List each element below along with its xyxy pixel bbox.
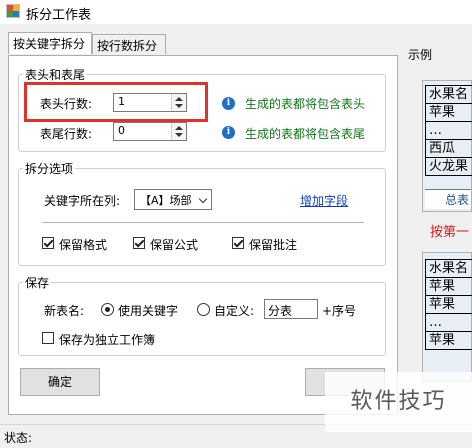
footer-rows-value: 0 [118,124,125,137]
info-icon: i [222,97,235,110]
status-label: 状态: [4,431,33,445]
save-as-workbook-label[interactable]: 保存为独立工作簿 [59,331,155,348]
split-options-legend: 拆分选项 [25,162,74,176]
footer-hint: 生成的表都将包含表尾 [245,127,366,141]
custom-radio[interactable] [197,303,210,316]
keep-format-checkbox[interactable] [42,237,54,249]
divider [42,222,364,223]
spin-down-icon[interactable] [175,133,183,137]
footer-rows-stepper[interactable]: 0 [113,122,187,141]
example-cell: 水果名 [425,259,472,278]
keep-formula-label[interactable]: 保留公式 [150,236,198,253]
use-keyword-label[interactable]: 使用关键字 [118,302,178,319]
example-panel: 水果名 苹果 … 西瓜 火龙果 总表 按第一 水果名 苹果 苹果 … 苹果 [410,56,472,426]
key-column-value: 【A】场部 [140,194,192,207]
suffix-label: +序号 [322,304,357,318]
example-cell: 苹果 [425,332,472,350]
key-column-select[interactable]: 【A】场部 [134,189,212,210]
example-cell: … [425,314,472,332]
example-cell: 苹果 [425,104,472,122]
custom-label[interactable]: 自定义: [214,302,254,319]
keep-format-label[interactable]: 保留格式 [59,236,107,253]
example-cell: 苹果 [425,278,472,296]
use-keyword-radio[interactable] [101,303,114,316]
add-field-link[interactable]: 增加字段 [300,192,348,209]
ok-button[interactable]: 确定 [20,368,100,396]
save-legend: 保存 [25,276,50,290]
example-cell: 苹果 [425,296,472,314]
tab-split-by-keyword[interactable]: 按关键字拆分 [8,32,92,54]
custom-name-input[interactable]: 分表 [264,299,318,319]
example-cell: 火龙果 [425,158,472,176]
app-icon [6,4,20,18]
window-title: 拆分工作表 [26,8,92,23]
example-cell: … [425,122,472,140]
example-cell: 水果名 [425,85,472,104]
spin-buttons[interactable] [171,123,186,140]
header-footer-legend: 表头和表尾 [25,68,86,82]
key-column-label: 关键字所在列: [44,194,121,208]
example-split-label: 按第一 [430,225,470,240]
keep-comment-label[interactable]: 保留批注 [249,236,297,253]
tab-split-by-rows[interactable]: 按行数拆分 [92,34,166,54]
footer-rows-label: 表尾行数: [40,127,93,141]
watermark: 软件技巧 [325,372,472,432]
highlight-box [24,82,208,122]
chevron-down-icon [198,194,208,204]
example-sheet-2: 水果名 苹果 苹果 … 苹果 [422,252,472,382]
title-bar: 拆分工作表 [0,0,472,24]
new-sheet-name-label: 新表名: [44,304,85,318]
example-sheet-tab: 总表 [425,189,471,209]
example-cell: 西瓜 [425,140,472,158]
keep-comment-checkbox[interactable] [232,237,244,249]
save-as-workbook-checkbox[interactable] [42,332,54,344]
example-sheet-1: 水果名 苹果 … 西瓜 火龙果 总表 [422,80,472,212]
spin-up-icon[interactable] [175,126,183,130]
info-icon: i [222,126,235,139]
keep-formula-checkbox[interactable] [133,237,145,249]
header-hint: 生成的表都将包含表头 [245,97,366,111]
